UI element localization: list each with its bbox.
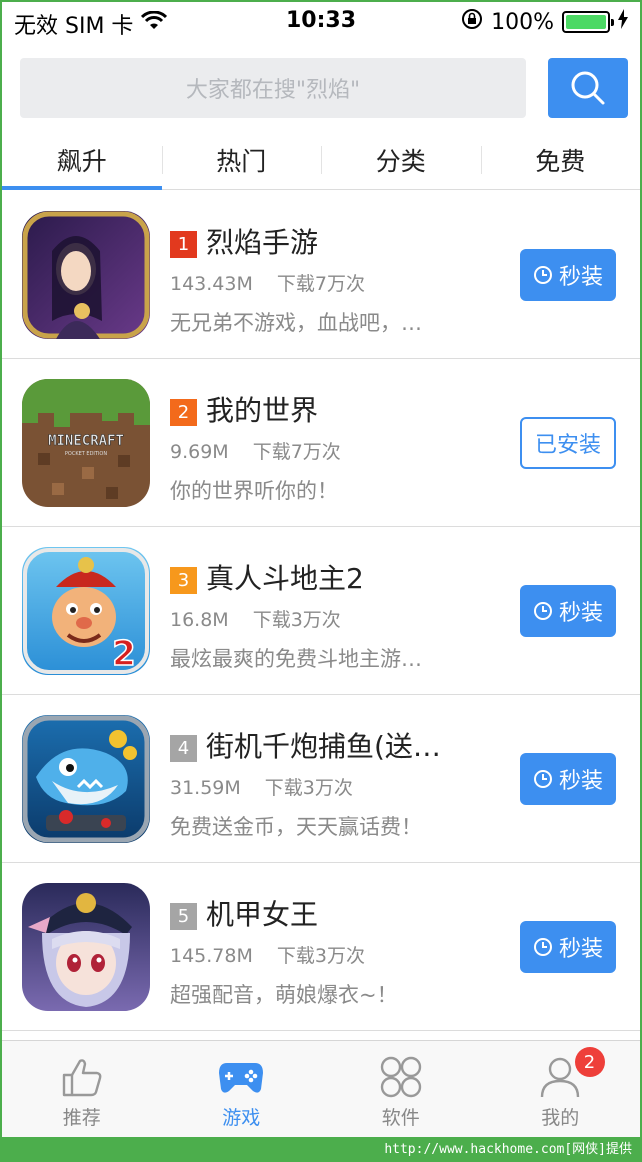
app-name[interactable]: 真人斗地主2 [206, 557, 364, 597]
game-pk-icon[interactable] [22, 211, 150, 339]
app-description: 超强配音，萌娘爆衣~！ [170, 983, 398, 1007]
list-item[interactable]: 1 烈焰手游 143.43M 下载7万次 无兄弟不游戏，血战吧，… 秒装 [2, 191, 640, 359]
list-item[interactable]: 4 街机千炮捕鱼(送… 31.59M 下载3万次 免费送金币，天天赢话费！ 秒装 [2, 695, 640, 863]
button-label: 秒装 [558, 769, 603, 794]
search-bar: 大家都在搜"烈焰" [20, 58, 628, 118]
svg-text:MINECRAFT: MINECRAFT [48, 433, 124, 449]
tab-free[interactable]: 免费 [480, 130, 641, 189]
app-size: 9.69M [170, 441, 229, 463]
app-size: 143.43M [170, 273, 253, 295]
quick-install-button[interactable]: 秒装 [520, 585, 616, 637]
app-downloads: 下载3万次 [264, 777, 353, 799]
list-item[interactable]: 2 3 真人斗地主2 16.8M 下载3万次 最炫最爽的免费斗地主游… 秒装 [2, 527, 640, 695]
app-downloads: 下载7万次 [276, 273, 365, 295]
tabbar-label: 游戏 [222, 1107, 261, 1129]
tab-category[interactable]: 分类 [321, 130, 481, 189]
mecha-queen-icon[interactable] [22, 883, 150, 1011]
quick-install-button[interactable]: 秒装 [520, 249, 616, 301]
app-size: 16.8M [170, 609, 229, 631]
status-bar: 无效 SIM 卡 10:33 100% [2, 2, 640, 44]
rank-badge: 1 [170, 231, 197, 258]
tabbar-label: 我的 [541, 1107, 580, 1129]
apps-grid-icon [380, 1056, 421, 1098]
rank-badge: 2 [170, 399, 197, 426]
notification-badge: 2 [574, 1047, 605, 1077]
installed-button[interactable]: 已安装 [520, 417, 616, 469]
clock-icon [533, 938, 552, 956]
tab-hot[interactable]: 热门 [161, 130, 322, 189]
app-downloads: 下载7万次 [252, 441, 341, 463]
minecraft-icon[interactable]: MINECRAFT POCKET EDITION [22, 379, 150, 507]
tabbar-label: 推荐 [62, 1107, 101, 1129]
app-description: 你的世界听你的！ [170, 479, 338, 503]
list-item[interactable]: 5 机甲女王 145.78M 下载3万次 超强配音，萌娘爆衣~！ 秒装 [2, 863, 640, 1031]
app-downloads: 下载3万次 [252, 609, 341, 631]
app-size: 145.78M [170, 945, 253, 967]
quick-install-button[interactable]: 秒装 [520, 753, 616, 805]
search-button[interactable] [548, 58, 628, 118]
tab-soaring[interactable]: 飙升 [2, 130, 162, 190]
rank-badge: 3 [170, 567, 197, 594]
clock-icon [533, 770, 552, 788]
svg-text:POCKET EDITION: POCKET EDITION [65, 451, 107, 457]
tabbar-item-recommend[interactable]: 推荐 [2, 1041, 162, 1137]
app-name[interactable]: 我的世界 [206, 389, 318, 429]
app-name[interactable]: 烈焰手游 [206, 221, 318, 261]
app-meta: 143.43M 下载7万次 [170, 269, 365, 296]
battery-percent: 100% [491, 9, 554, 35]
button-label: 秒装 [558, 265, 603, 290]
battery-icon [562, 11, 614, 33]
app-downloads: 下载3万次 [276, 945, 365, 967]
watermark: http://www.hackhome.com[网侠]提供 [0, 1137, 642, 1162]
tabbar-label: 软件 [381, 1107, 420, 1129]
app-name[interactable]: 街机千炮捕鱼(送… [206, 725, 441, 765]
rotation-lock-icon [461, 8, 483, 36]
fishing-icon[interactable] [22, 715, 150, 843]
app-list: 1 烈焰手游 143.43M 下载7万次 无兄弟不游戏，血战吧，… 秒装 MINE… [2, 191, 640, 1031]
search-icon [571, 71, 605, 105]
tabbar-item-software[interactable]: 软件 [321, 1041, 481, 1137]
tabbar-item-games[interactable]: 游戏 [162, 1041, 322, 1137]
thumbs-up-icon [62, 1059, 102, 1097]
app-description: 免费送金币，天天赢话费！ [170, 815, 422, 839]
svg-text:2: 2 [112, 634, 136, 674]
tabbar-item-mine[interactable]: 我的 2 [481, 1041, 641, 1137]
button-label: 已安装 [534, 433, 601, 458]
app-meta: 31.59M 下载3万次 [170, 773, 353, 800]
rank-badge: 5 [170, 903, 197, 930]
app-meta: 145.78M 下载3万次 [170, 941, 365, 968]
battery-level [566, 15, 606, 29]
button-label: 秒装 [558, 601, 603, 626]
quick-install-button[interactable]: 秒装 [520, 921, 616, 973]
charging-icon [618, 9, 628, 35]
list-item[interactable]: MINECRAFT POCKET EDITION 2 我的世界 9.69M 下载7… [2, 359, 640, 527]
landlord-icon[interactable]: 2 [22, 547, 150, 675]
search-input[interactable]: 大家都在搜"烈焰" [20, 58, 526, 118]
app-meta: 16.8M 下载3万次 [170, 605, 341, 632]
app-size: 31.59M [170, 777, 241, 799]
app-description: 最炫最爽的免费斗地主游… [170, 647, 422, 671]
rank-badge: 4 [170, 735, 197, 762]
category-tabs: 飙升 热门 分类 免费 [2, 130, 640, 190]
status-right: 100% [461, 8, 628, 36]
app-description: 无兄弟不游戏，血战吧，… [170, 311, 422, 335]
app-meta: 9.69M 下载7万次 [170, 437, 341, 464]
clock-icon [533, 266, 552, 284]
clock-icon [533, 602, 552, 620]
app-frame: 无效 SIM 卡 10:33 100% 大家都在搜"烈焰" 飙升 热门 分类 免… [0, 0, 642, 1137]
app-name[interactable]: 机甲女王 [206, 893, 318, 933]
gamepad-icon [219, 1063, 264, 1093]
bottom-tab-bar: 推荐 游戏 软件 我的 2 [2, 1040, 640, 1137]
button-label: 秒装 [558, 937, 603, 962]
